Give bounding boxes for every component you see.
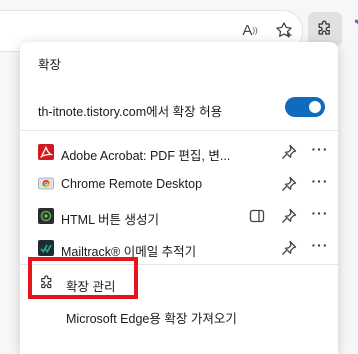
extension-name: Adobe Acrobat: PDF 편집, 변... — [61, 149, 231, 163]
pin-icon[interactable] — [280, 239, 298, 257]
mailtrack-icon — [38, 240, 54, 256]
panel-title: 확장 — [38, 58, 62, 72]
read-aloud-icon[interactable]: A)) — [236, 16, 264, 44]
html-button-generator-icon — [38, 208, 54, 224]
more-options-icon[interactable]: ··· — [310, 206, 330, 226]
divider — [20, 130, 338, 131]
adobe-acrobat-icon — [38, 144, 54, 160]
copilot-icon[interactable] — [344, 16, 358, 44]
site-access-toggle[interactable] — [285, 97, 325, 117]
favorite-star-icon[interactable] — [270, 16, 298, 44]
more-options-icon[interactable]: ··· — [310, 174, 330, 194]
pin-icon[interactable] — [280, 175, 298, 193]
chrome-remote-desktop-icon — [38, 177, 54, 190]
manage-extensions-button[interactable]: 확장 관리 — [20, 257, 338, 300]
extension-item-chrome-remote-desktop[interactable]: Chrome Remote Desktop ··· — [20, 166, 338, 202]
site-access-row: th-itnote.tistory.com에서 확장 허용 — [38, 97, 328, 119]
pin-icon[interactable] — [280, 207, 298, 225]
read-aloud-label: A — [242, 21, 253, 39]
pin-icon[interactable] — [280, 143, 298, 161]
site-access-label: th-itnote.tistory.com에서 확장 허용 — [38, 105, 223, 119]
highlight-box — [28, 257, 138, 299]
extension-item-html-button-generator[interactable]: HTML 버튼 생성기 ··· — [20, 198, 338, 234]
extension-item-adobe-acrobat[interactable]: Adobe Acrobat: PDF 편집, 변... ··· — [20, 134, 338, 170]
side-panel-icon[interactable] — [248, 207, 266, 225]
extension-name: HTML 버튼 생성기 — [61, 213, 160, 227]
toggle-knob — [309, 101, 321, 113]
get-extensions-link[interactable]: Microsoft Edge용 확장 가져오기 — [66, 308, 237, 327]
extension-name: Chrome Remote Desktop — [61, 177, 203, 191]
extensions-puzzle-icon[interactable] — [308, 12, 342, 46]
more-options-icon[interactable]: ··· — [310, 238, 330, 258]
more-options-icon[interactable]: ··· — [310, 142, 330, 162]
extensions-panel: 확장 th-itnote.tistory.com에서 확장 허용 Adobe A… — [20, 42, 338, 354]
